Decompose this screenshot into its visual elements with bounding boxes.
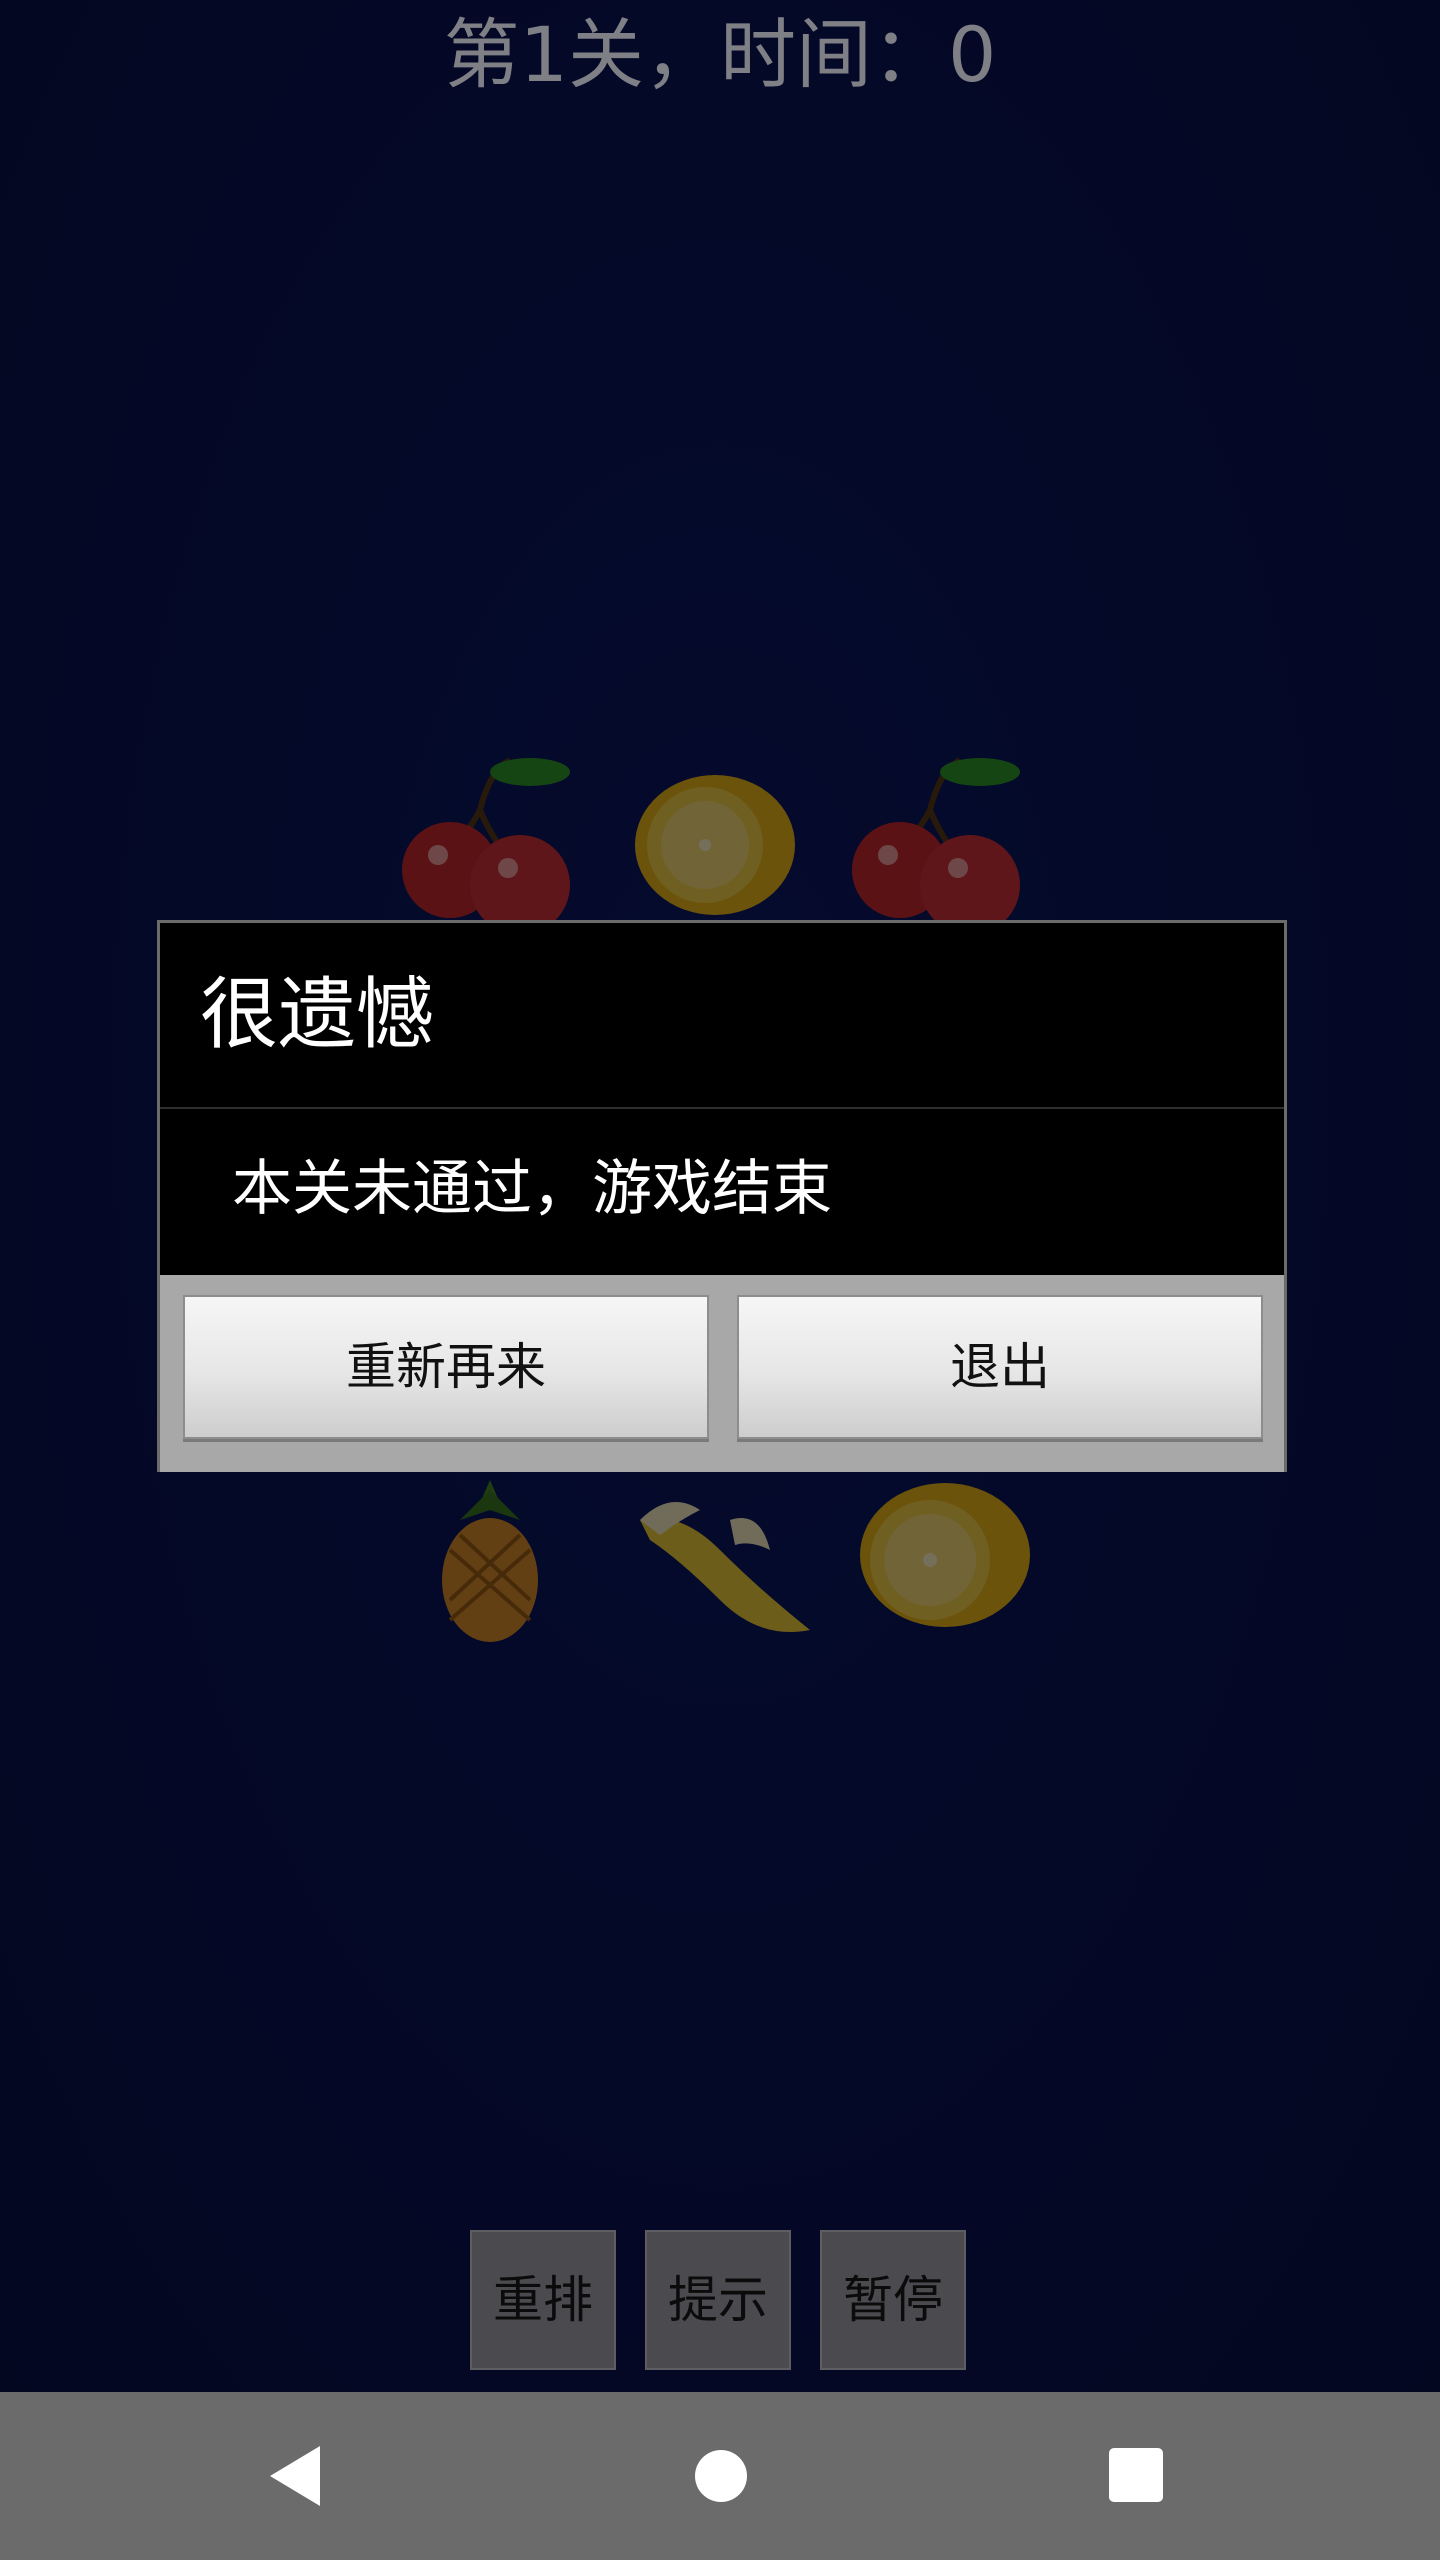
dialog-title: 很遗憾: [200, 970, 435, 1060]
shuffle-button[interactable]: 重排: [470, 2230, 616, 2370]
system-nav-bar: [0, 2392, 1440, 2560]
hint-button[interactable]: 提示: [645, 2230, 791, 2370]
dialog-message: 本关未通过，游戏结束: [232, 1154, 832, 1224]
recents-icon[interactable]: [1109, 2448, 1163, 2502]
game-over-dialog: 很遗憾 本关未通过，游戏结束 重新再来 退出: [157, 920, 1287, 1472]
back-icon[interactable]: [270, 2446, 320, 2506]
level-time-status: 第1关，时间：0: [443, 10, 997, 99]
dialog-button-bar: 重新再来 退出: [160, 1275, 1284, 1472]
home-icon[interactable]: [695, 2450, 747, 2502]
exit-button[interactable]: 退出: [737, 1295, 1263, 1439]
pause-button[interactable]: 暂停: [820, 2230, 966, 2370]
retry-button[interactable]: 重新再来: [183, 1295, 709, 1439]
